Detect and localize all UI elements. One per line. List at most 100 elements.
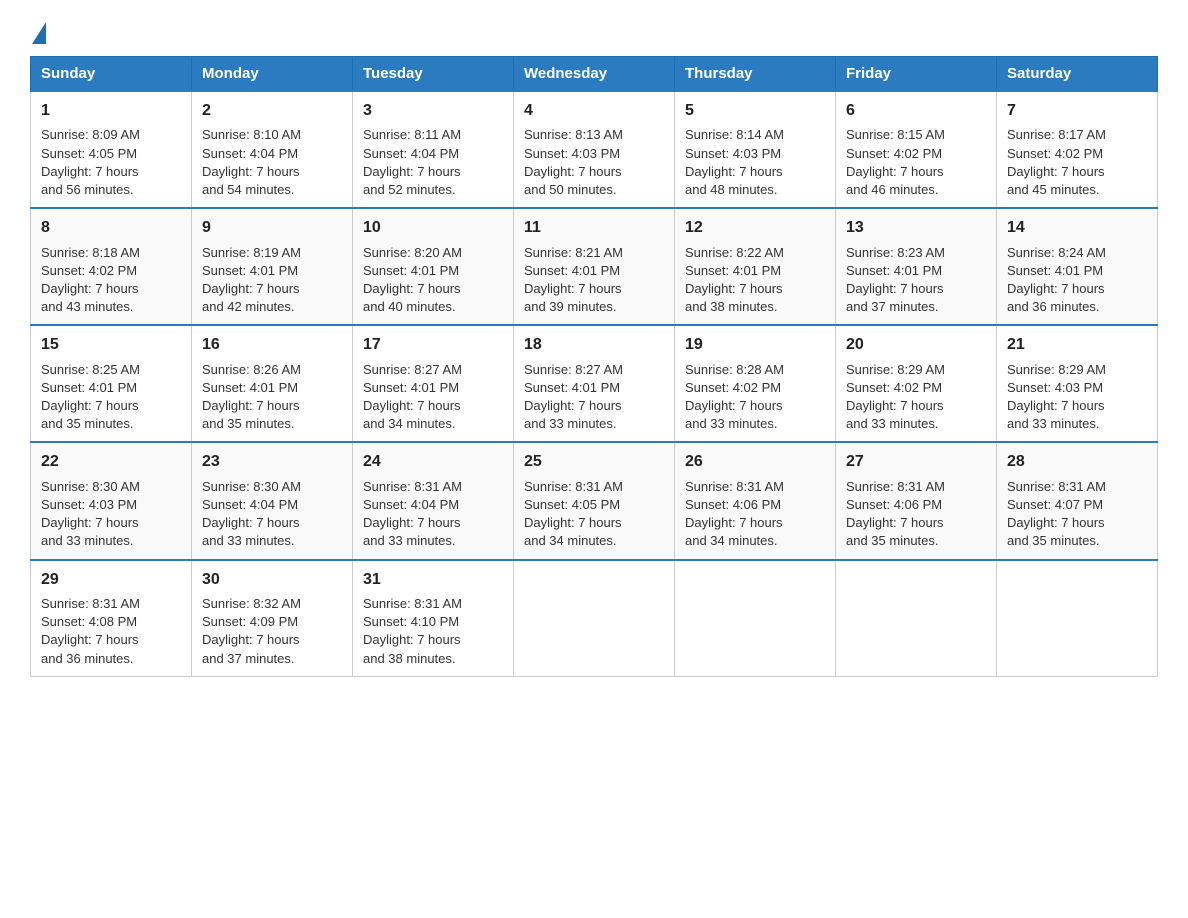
calendar-cell: 13 Sunrise: 8:23 AMSunset: 4:01 PMDayligh… xyxy=(836,208,997,325)
calendar-cell: 1Sunrise: 8:09 AMSunset: 4:05 PMDaylight… xyxy=(31,91,192,208)
calendar-cell: 15 Sunrise: 8:25 AMSunset: 4:01 PMDayligh… xyxy=(31,325,192,442)
day-number: 7 xyxy=(1007,100,1147,122)
day-info: Sunrise: 8:19 AMSunset: 4:01 PMDaylight:… xyxy=(202,244,342,317)
day-number: 6 xyxy=(846,100,986,122)
calendar-week-row: 1Sunrise: 8:09 AMSunset: 4:05 PMDaylight… xyxy=(31,91,1158,208)
day-number: 8 xyxy=(41,217,181,239)
day-number: 11 xyxy=(524,217,664,239)
day-number: 1 xyxy=(41,100,181,122)
day-info: Sunrise: 8:27 AMSunset: 4:01 PMDaylight:… xyxy=(363,361,503,434)
logo xyxy=(30,20,46,36)
calendar-cell xyxy=(675,560,836,677)
calendar-cell: 4 Sunrise: 8:13 AMSunset: 4:03 PMDaylight… xyxy=(514,91,675,208)
day-number: 17 xyxy=(363,334,503,356)
calendar-cell xyxy=(514,560,675,677)
day-info: Sunrise: 8:31 AMSunset: 4:06 PMDaylight:… xyxy=(846,478,986,551)
day-info: Sunrise: 8:21 AMSunset: 4:01 PMDaylight:… xyxy=(524,244,664,317)
calendar-cell: 30Sunrise: 8:32 AMSunset: 4:09 PMDayligh… xyxy=(192,560,353,677)
weekday-header-monday: Monday xyxy=(192,57,353,92)
calendar-cell: 17 Sunrise: 8:27 AMSunset: 4:01 PMDayligh… xyxy=(353,325,514,442)
weekday-header-row: SundayMondayTuesdayWednesdayThursdayFrid… xyxy=(31,57,1158,92)
day-info: Sunrise: 8:28 AMSunset: 4:02 PMDaylight:… xyxy=(685,361,825,434)
day-info: Sunrise: 8:22 AMSunset: 4:01 PMDaylight:… xyxy=(685,244,825,317)
day-info: Sunrise: 8:31 AMSunset: 4:05 PMDaylight:… xyxy=(524,478,664,551)
calendar-cell xyxy=(997,560,1158,677)
day-number: 26 xyxy=(685,451,825,473)
day-info: Sunrise: 8:18 AMSunset: 4:02 PMDaylight:… xyxy=(41,244,181,317)
day-number: 27 xyxy=(846,451,986,473)
day-number: 2 xyxy=(202,100,342,122)
day-number: 31 xyxy=(363,569,503,591)
calendar-cell: 3 Sunrise: 8:11 AMSunset: 4:04 PMDaylight… xyxy=(353,91,514,208)
calendar-cell: 8 Sunrise: 8:18 AMSunset: 4:02 PMDaylight… xyxy=(31,208,192,325)
day-info: Sunrise: 8:30 AMSunset: 4:04 PMDaylight:… xyxy=(202,478,342,551)
day-info: Sunrise: 8:13 AMSunset: 4:03 PMDaylight:… xyxy=(524,126,664,199)
day-info: Sunrise: 8:27 AMSunset: 4:01 PMDaylight:… xyxy=(524,361,664,434)
day-number: 4 xyxy=(524,100,664,122)
day-number: 29 xyxy=(41,569,181,591)
calendar-cell: 10 Sunrise: 8:20 AMSunset: 4:01 PMDayligh… xyxy=(353,208,514,325)
calendar-cell: 14Sunrise: 8:24 AMSunset: 4:01 PMDayligh… xyxy=(997,208,1158,325)
day-number: 19 xyxy=(685,334,825,356)
day-info: Sunrise: 8:17 AMSunset: 4:02 PMDaylight:… xyxy=(1007,126,1147,199)
day-number: 25 xyxy=(524,451,664,473)
day-info: Sunrise: 8:23 AMSunset: 4:01 PMDaylight:… xyxy=(846,244,986,317)
day-number: 13 xyxy=(846,217,986,239)
calendar-cell: 9Sunrise: 8:19 AMSunset: 4:01 PMDaylight… xyxy=(192,208,353,325)
calendar-cell: 26 Sunrise: 8:31 AMSunset: 4:06 PMDayligh… xyxy=(675,442,836,559)
day-number: 14 xyxy=(1007,217,1147,239)
day-info: Sunrise: 8:26 AMSunset: 4:01 PMDaylight:… xyxy=(202,361,342,434)
day-info: Sunrise: 8:11 AMSunset: 4:04 PMDaylight:… xyxy=(363,126,503,199)
day-info: Sunrise: 8:10 AMSunset: 4:04 PMDaylight:… xyxy=(202,126,342,199)
calendar-cell xyxy=(836,560,997,677)
day-number: 3 xyxy=(363,100,503,122)
day-info: Sunrise: 8:32 AMSunset: 4:09 PMDaylight:… xyxy=(202,595,342,668)
day-number: 12 xyxy=(685,217,825,239)
calendar-cell: 25 Sunrise: 8:31 AMSunset: 4:05 PMDayligh… xyxy=(514,442,675,559)
calendar-cell: 27 Sunrise: 8:31 AMSunset: 4:06 PMDayligh… xyxy=(836,442,997,559)
calendar-cell: 12 Sunrise: 8:22 AMSunset: 4:01 PMDayligh… xyxy=(675,208,836,325)
day-number: 16 xyxy=(202,334,342,356)
page-header xyxy=(30,20,1158,36)
calendar-cell: 18 Sunrise: 8:27 AMSunset: 4:01 PMDayligh… xyxy=(514,325,675,442)
day-info: Sunrise: 8:31 AMSunset: 4:04 PMDaylight:… xyxy=(363,478,503,551)
calendar-cell: 23 Sunrise: 8:30 AMSunset: 4:04 PMDayligh… xyxy=(192,442,353,559)
day-info: Sunrise: 8:15 AMSunset: 4:02 PMDaylight:… xyxy=(846,126,986,199)
weekday-header-wednesday: Wednesday xyxy=(514,57,675,92)
day-info: Sunrise: 8:14 AMSunset: 4:03 PMDaylight:… xyxy=(685,126,825,199)
calendar-week-row: 29 Sunrise: 8:31 AMSunset: 4:08 PMDayligh… xyxy=(31,560,1158,677)
calendar-cell: 16 Sunrise: 8:26 AMSunset: 4:01 PMDayligh… xyxy=(192,325,353,442)
day-info: Sunrise: 8:25 AMSunset: 4:01 PMDaylight:… xyxy=(41,361,181,434)
day-info: Sunrise: 8:20 AMSunset: 4:01 PMDaylight:… xyxy=(363,244,503,317)
weekday-header-friday: Friday xyxy=(836,57,997,92)
calendar-cell: 28Sunrise: 8:31 AMSunset: 4:07 PMDayligh… xyxy=(997,442,1158,559)
day-info: Sunrise: 8:31 AMSunset: 4:07 PMDaylight:… xyxy=(1007,478,1147,551)
calendar-cell: 11 Sunrise: 8:21 AMSunset: 4:01 PMDayligh… xyxy=(514,208,675,325)
logo-triangle-icon xyxy=(32,22,46,44)
day-info: Sunrise: 8:31 AMSunset: 4:10 PMDaylight:… xyxy=(363,595,503,668)
calendar-cell: 29 Sunrise: 8:31 AMSunset: 4:08 PMDayligh… xyxy=(31,560,192,677)
day-info: Sunrise: 8:31 AMSunset: 4:08 PMDaylight:… xyxy=(41,595,181,668)
calendar-cell: 24Sunrise: 8:31 AMSunset: 4:04 PMDayligh… xyxy=(353,442,514,559)
calendar-cell: 5 Sunrise: 8:14 AMSunset: 4:03 PMDaylight… xyxy=(675,91,836,208)
day-info: Sunrise: 8:31 AMSunset: 4:06 PMDaylight:… xyxy=(685,478,825,551)
calendar-cell: 21 Sunrise: 8:29 AMSunset: 4:03 PMDayligh… xyxy=(997,325,1158,442)
day-info: Sunrise: 8:29 AMSunset: 4:03 PMDaylight:… xyxy=(1007,361,1147,434)
weekday-header-saturday: Saturday xyxy=(997,57,1158,92)
calendar-week-row: 22Sunrise: 8:30 AMSunset: 4:03 PMDayligh… xyxy=(31,442,1158,559)
calendar-week-row: 8 Sunrise: 8:18 AMSunset: 4:02 PMDaylight… xyxy=(31,208,1158,325)
calendar-cell: 7 Sunrise: 8:17 AMSunset: 4:02 PMDaylight… xyxy=(997,91,1158,208)
calendar-cell: 6 Sunrise: 8:15 AMSunset: 4:02 PMDaylight… xyxy=(836,91,997,208)
day-number: 15 xyxy=(41,334,181,356)
calendar-cell: 31 Sunrise: 8:31 AMSunset: 4:10 PMDayligh… xyxy=(353,560,514,677)
day-number: 18 xyxy=(524,334,664,356)
calendar-cell: 22Sunrise: 8:30 AMSunset: 4:03 PMDayligh… xyxy=(31,442,192,559)
day-number: 23 xyxy=(202,451,342,473)
day-number: 21 xyxy=(1007,334,1147,356)
weekday-header-tuesday: Tuesday xyxy=(353,57,514,92)
day-number: 5 xyxy=(685,100,825,122)
day-number: 20 xyxy=(846,334,986,356)
day-info: Sunrise: 8:29 AMSunset: 4:02 PMDaylight:… xyxy=(846,361,986,434)
day-number: 10 xyxy=(363,217,503,239)
day-number: 22 xyxy=(41,451,181,473)
